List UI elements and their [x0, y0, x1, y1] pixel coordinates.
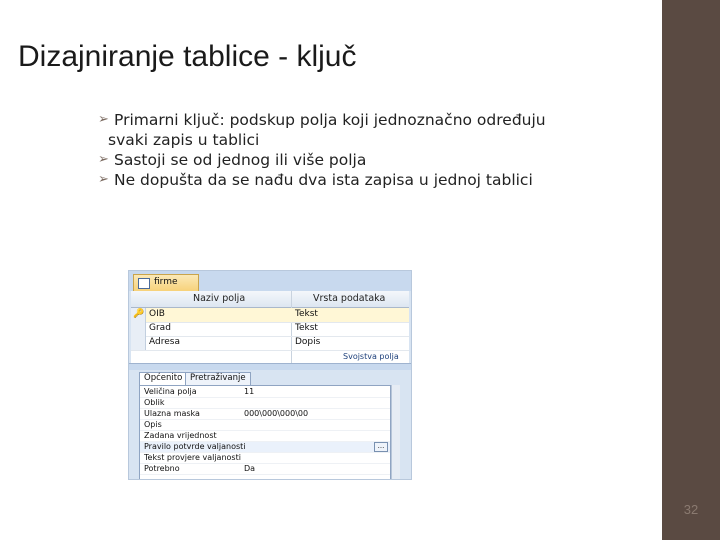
column-header-field-name[interactable]: Naziv polja	[193, 293, 245, 304]
bullet-item: ➢ Sastoji se od jednog ili više polja	[98, 150, 658, 170]
property-row[interactable]: Tekst provjere valjanosti	[140, 453, 390, 464]
properties-scrollbar[interactable]	[391, 385, 400, 479]
arrow-bullet-icon: ➢	[98, 172, 109, 187]
data-type-cell[interactable]: Tekst	[295, 309, 318, 319]
property-row[interactable]: Zadana vrijednost	[140, 431, 390, 442]
property-label: Tekst provjere valjanosti	[144, 453, 241, 462]
field-properties-panel: Veličina polja 11 Oblik Ulazna maska 000…	[139, 385, 391, 479]
column-header-data-type[interactable]: Vrsta podataka	[313, 293, 385, 304]
property-row[interactable]: Ulazna maska 000\000\000\00	[140, 409, 390, 420]
table-row[interactable]: Grad Tekst	[131, 322, 409, 337]
builder-button[interactable]: ...	[374, 442, 388, 452]
field-properties-label: Svojstva polja	[343, 352, 399, 361]
property-row[interactable]: Potrebno Da	[140, 464, 390, 475]
data-type-cell[interactable]: Tekst	[295, 323, 318, 333]
bullet-text: Primarni ključ: podskup polja koji jedno…	[114, 111, 546, 129]
property-row[interactable]: Oblik	[140, 398, 390, 409]
bullet-text-continued: svaki zapis u tablici	[108, 131, 260, 149]
row-selector[interactable]	[131, 322, 146, 336]
slide-sidebar	[662, 0, 720, 540]
property-row[interactable]: Veličina polja 11	[140, 387, 390, 398]
page-number: 32	[683, 502, 699, 517]
splitter-bar[interactable]	[129, 363, 411, 370]
primary-key-icon: 🔑	[133, 309, 145, 319]
grid-header: Naziv polja Vrsta podataka	[131, 291, 409, 308]
field-name-cell[interactable]: OIB	[149, 309, 165, 319]
table-tab[interactable]: firme	[133, 274, 199, 291]
property-label: Ulazna maska	[144, 409, 200, 418]
table-row[interactable]: 🔑 OIB Tekst	[131, 308, 409, 323]
property-row[interactable]: Pravilo potvrde valjanosti ...	[140, 442, 390, 453]
document-tab-strip: firme	[129, 271, 411, 291]
row-selector[interactable]: 🔑	[131, 308, 146, 322]
slide-title: Dizajniranje tablice - ključ	[18, 40, 357, 73]
row-selector[interactable]	[131, 336, 146, 350]
arrow-bullet-icon: ➢	[98, 112, 109, 127]
data-type-cell[interactable]: Dopis	[295, 337, 320, 347]
arrow-bullet-icon: ➢	[98, 152, 109, 167]
property-label: Opis	[144, 420, 162, 429]
property-label: Oblik	[144, 398, 165, 407]
bullet-item: ➢ Primarni ključ: podskup polja koji jed…	[98, 110, 658, 150]
property-value[interactable]: 000\000\000\00	[244, 409, 308, 418]
access-table-design-screenshot: firme Naziv polja Vrsta podataka 🔑 OIB T…	[128, 270, 412, 480]
field-name-cell[interactable]: Grad	[149, 323, 171, 333]
bullet-item: ➢ Ne dopušta da se nađu dva ista zapisa …	[98, 170, 658, 190]
property-value[interactable]: 11	[244, 387, 254, 396]
field-name-cell[interactable]: Adresa	[149, 337, 180, 347]
property-label: Veličina polja	[144, 387, 197, 396]
bullet-text: Ne dopušta da se nađu dva ista zapisa u …	[114, 171, 533, 189]
property-label: Potrebno	[144, 464, 180, 473]
table-tab-label: firme	[154, 277, 178, 287]
bullet-text: Sastoji se od jednog ili više polja	[114, 151, 367, 169]
property-row[interactable]: Opis	[140, 420, 390, 431]
bullet-list: ➢ Primarni ključ: podskup polja koji jed…	[98, 110, 658, 190]
property-value[interactable]: Da	[244, 464, 255, 473]
table-row[interactable]: Adresa Dopis	[131, 336, 409, 351]
table-icon	[138, 278, 150, 289]
property-label: Pravilo potvrde valjanosti	[144, 442, 246, 451]
property-label: Zadana vrijednost	[144, 431, 217, 440]
